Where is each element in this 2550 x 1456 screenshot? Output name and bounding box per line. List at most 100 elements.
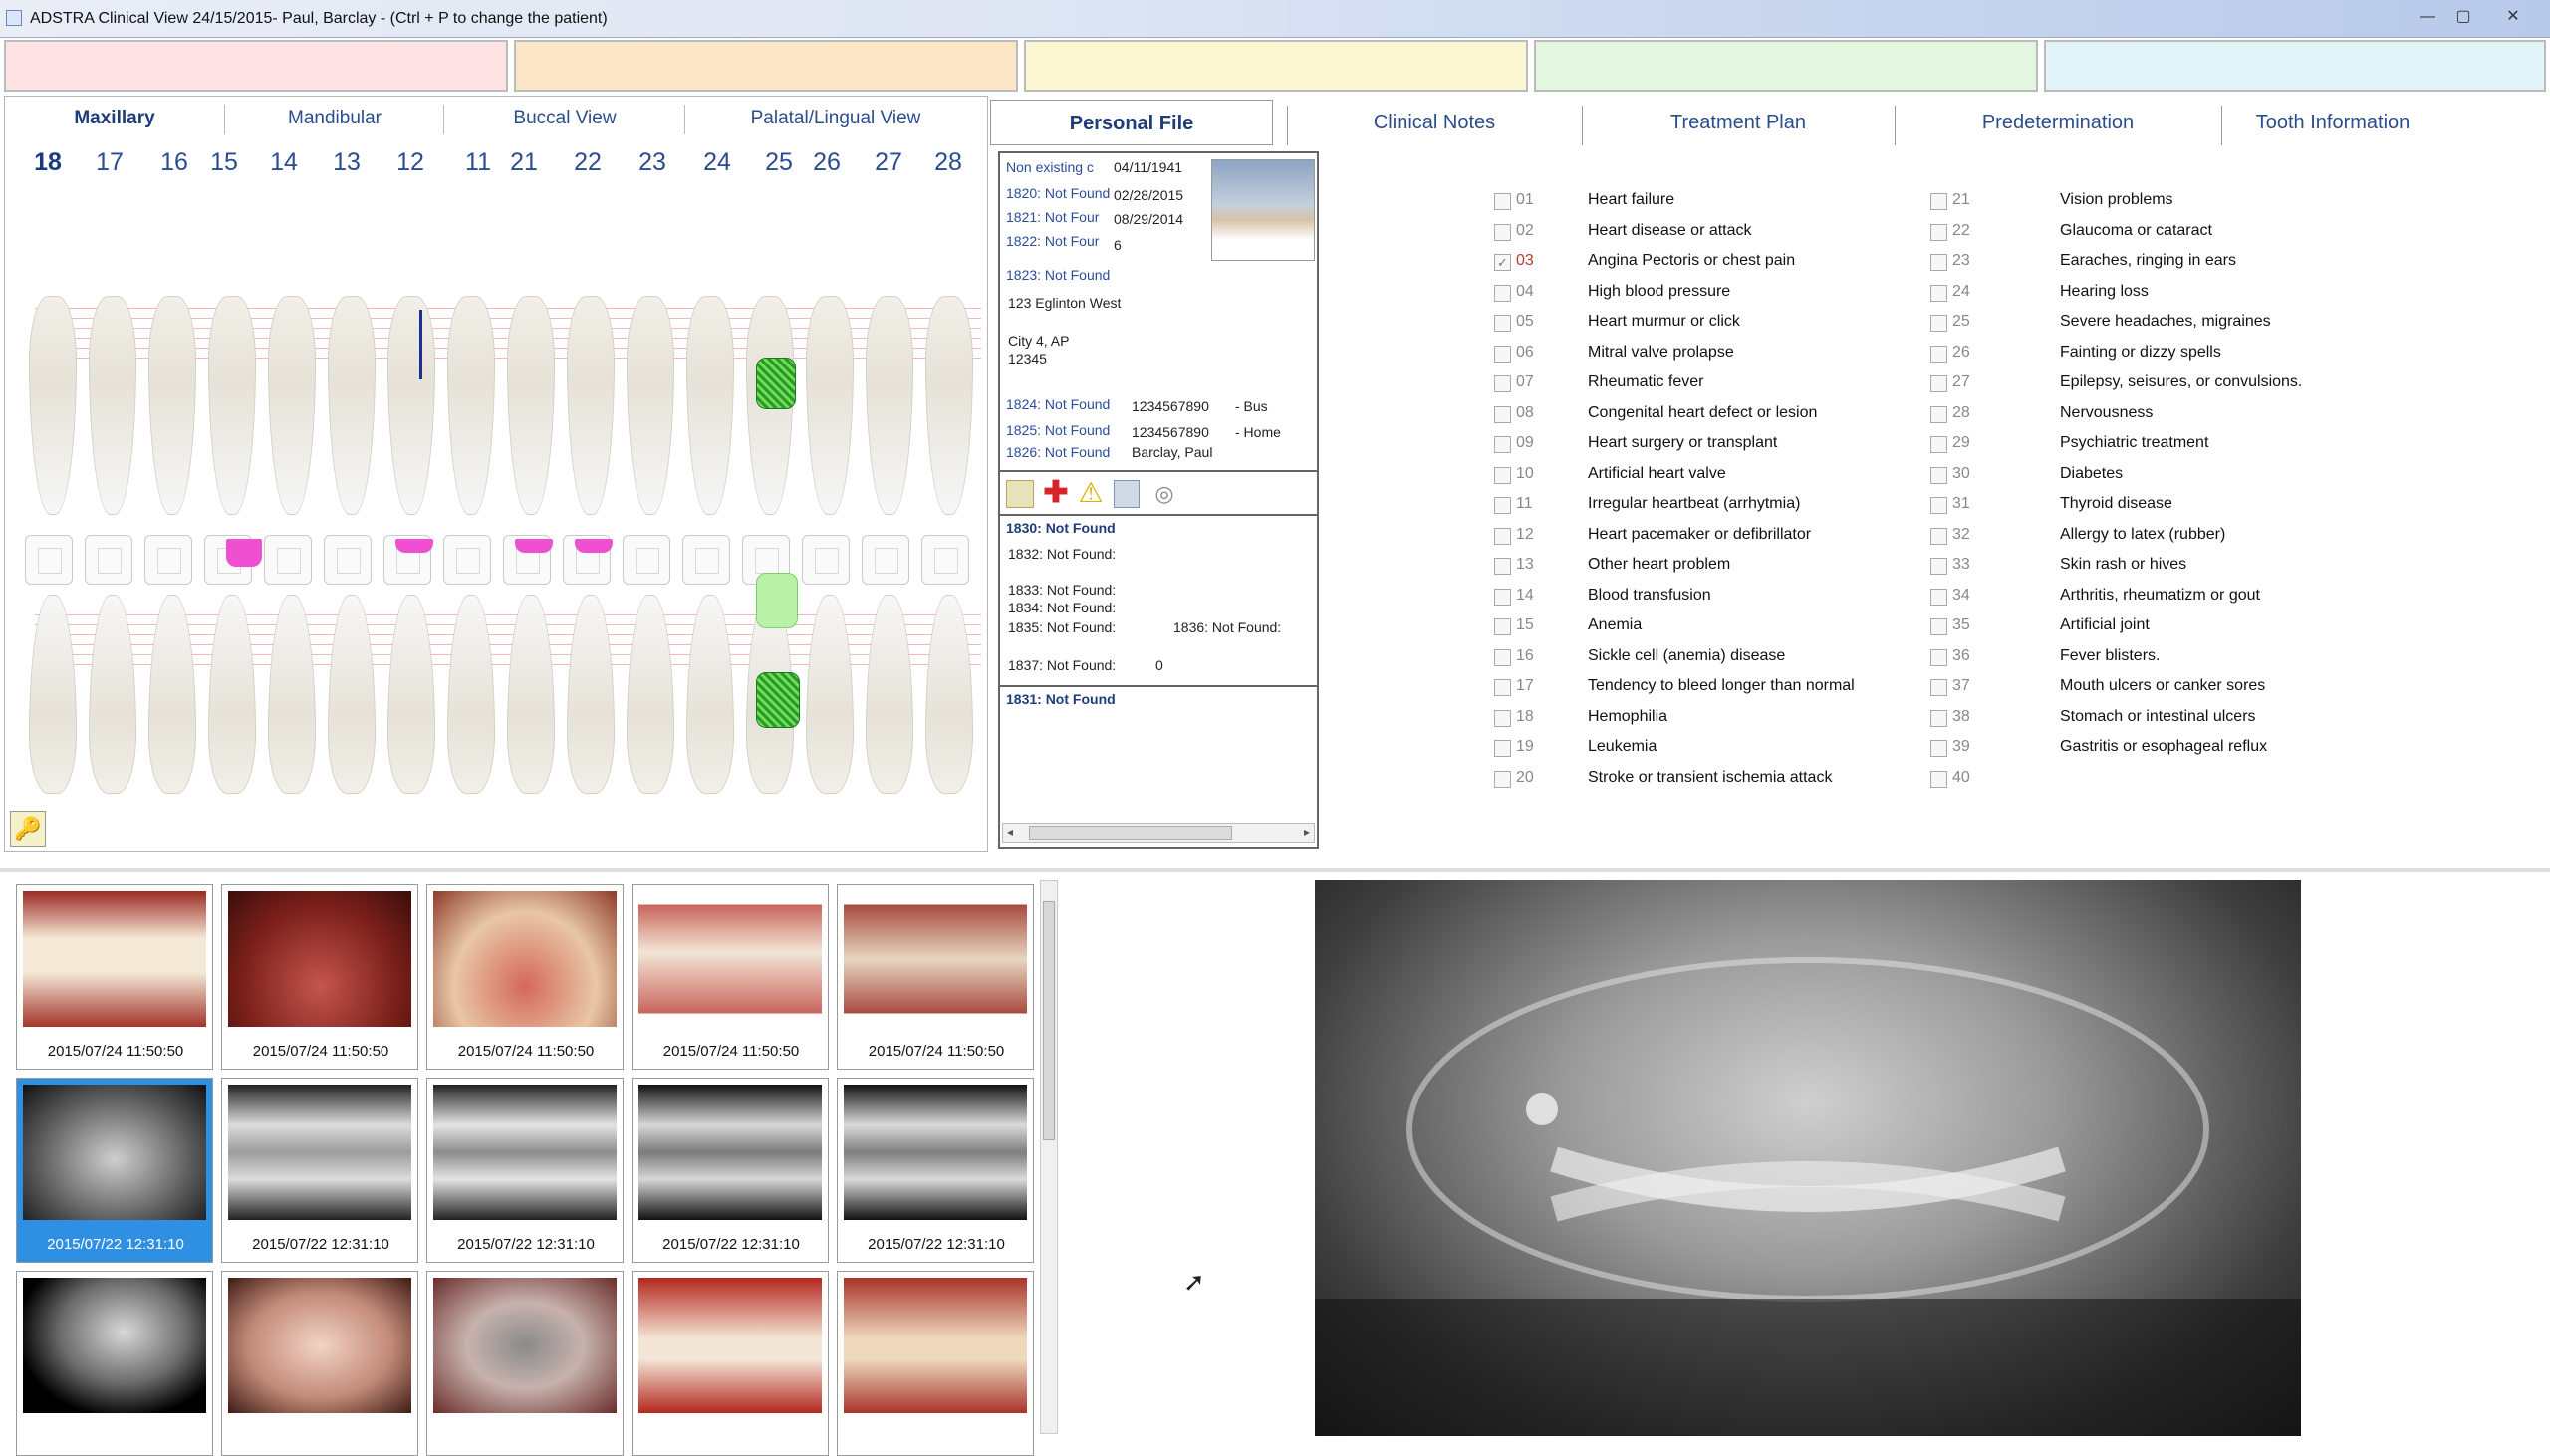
condition-checkbox[interactable]	[1930, 284, 1947, 302]
occlusal-surface[interactable]	[802, 535, 850, 585]
upper-tooth[interactable]	[328, 296, 376, 515]
upper-tooth[interactable]	[507, 296, 555, 515]
condition-checkbox[interactable]	[1494, 618, 1511, 635]
occlusal-surface[interactable]	[144, 535, 192, 585]
tooth-number-17[interactable]: 17	[85, 148, 134, 177]
condition-checkbox[interactable]	[1930, 315, 1947, 332]
tab-personal-file[interactable]: Personal File	[990, 100, 1273, 145]
key-tool-button[interactable]: 🔑	[10, 811, 46, 847]
image-thumbnail[interactable]: 2015/07/24 11:50:50	[221, 884, 418, 1070]
occlusal-surface[interactable]	[25, 535, 73, 585]
tooth-number-16[interactable]: 16	[149, 148, 199, 177]
image-thumbnail[interactable]: 2015/07/22 12:31:10	[837, 1078, 1034, 1263]
condition-checkbox[interactable]	[1494, 466, 1511, 484]
tooth-number-23[interactable]: 23	[628, 148, 677, 177]
tooth-number-22[interactable]: 22	[563, 148, 613, 177]
maximize-button[interactable]: ▢	[2446, 6, 2480, 28]
tooth-number-14[interactable]: 14	[259, 148, 309, 177]
occlusal-surface[interactable]	[443, 535, 491, 585]
condition-checkbox[interactable]	[1930, 497, 1947, 514]
tooth-number-11[interactable]: 11	[453, 148, 503, 177]
tab-buccal-view[interactable]: Buccal View	[445, 97, 684, 140]
document-icon[interactable]	[1114, 480, 1140, 508]
condition-checkbox[interactable]	[1494, 284, 1511, 302]
tab-treatment-plan[interactable]: Treatment Plan	[1584, 100, 1893, 145]
image-thumbnail[interactable]: 2015/07/24 11:50:50	[16, 884, 213, 1070]
tooth-number-25[interactable]: 25	[754, 148, 804, 177]
tab-palatal-lingual-view[interactable]: Palatal/Lingual View	[686, 97, 985, 140]
condition-checkbox[interactable]	[1930, 558, 1947, 575]
condition-checkbox[interactable]	[1494, 558, 1511, 575]
condition-checkbox[interactable]	[1494, 709, 1511, 727]
tab-mandibular[interactable]: Mandibular	[226, 97, 443, 140]
image-thumbnail[interactable]: 2015/07/24 11:50:50	[426, 884, 624, 1070]
upper-tooth[interactable]	[686, 296, 734, 515]
condition-checkbox[interactable]: ✓	[1494, 254, 1511, 271]
upper-tooth[interactable]	[567, 296, 615, 515]
image-thumbnail[interactable]	[837, 1271, 1034, 1456]
image-thumbnail[interactable]: 2015/07/22 12:31:10	[221, 1078, 418, 1263]
condition-checkbox[interactable]	[1494, 345, 1511, 363]
minimize-button[interactable]: —	[2411, 6, 2444, 28]
image-thumbnail[interactable]	[221, 1271, 418, 1456]
condition-checkbox[interactable]	[1494, 497, 1511, 514]
alert-box-cyan[interactable]	[2044, 40, 2546, 92]
upper-tooth[interactable]	[447, 296, 495, 515]
condition-checkbox[interactable]	[1930, 618, 1947, 635]
image-thumbnail[interactable]: 2015/07/24 11:50:50	[632, 884, 829, 1070]
image-thumbnail[interactable]	[632, 1271, 829, 1456]
alert-box-orange[interactable]	[514, 40, 1018, 92]
tooth-number-18[interactable]: 18	[23, 148, 73, 177]
warning-icon[interactable]: ⚠	[1076, 478, 1106, 508]
image-thumbnail[interactable]	[16, 1271, 213, 1456]
tooth-number-27[interactable]: 27	[864, 148, 913, 177]
upper-tooth[interactable]	[387, 296, 435, 515]
occlusal-surface[interactable]	[623, 535, 670, 585]
tooth-number-13[interactable]: 13	[322, 148, 372, 177]
condition-checkbox[interactable]	[1494, 588, 1511, 606]
tab-predetermination[interactable]: Predetermination	[1897, 100, 2219, 145]
upper-tooth[interactable]	[208, 296, 256, 515]
tooth-number-24[interactable]: 24	[692, 148, 742, 177]
condition-checkbox[interactable]	[1930, 436, 1947, 453]
gallery-scrollbar[interactable]	[1040, 880, 1058, 1434]
condition-checkbox[interactable]	[1494, 770, 1511, 788]
tooth-number-12[interactable]: 12	[385, 148, 435, 177]
scroll-left-icon[interactable]: ◂	[1007, 825, 1013, 839]
upper-tooth[interactable]	[866, 296, 913, 515]
tooth-number-21[interactable]: 21	[499, 148, 549, 177]
panoramic-xray-viewer[interactable]	[1315, 880, 2301, 1436]
occlusal-surface[interactable]	[85, 535, 132, 585]
condition-checkbox[interactable]	[1930, 466, 1947, 484]
condition-checkbox[interactable]	[1930, 405, 1947, 423]
condition-checkbox[interactable]	[1930, 345, 1947, 363]
tooth-number-28[interactable]: 28	[923, 148, 973, 177]
condition-checkbox[interactable]	[1494, 679, 1511, 696]
upper-tooth[interactable]	[925, 296, 973, 515]
condition-checkbox[interactable]	[1930, 740, 1947, 757]
tab-clinical-notes[interactable]: Clinical Notes	[1291, 100, 1578, 145]
tab-maxillary[interactable]: Maxillary	[5, 97, 224, 140]
occlusal-surface[interactable]	[862, 535, 909, 585]
occlusal-surface[interactable]	[324, 535, 372, 585]
image-thumbnail[interactable]: 2015/07/22 12:31:10	[632, 1078, 829, 1263]
alert-box-yellow[interactable]	[1024, 40, 1528, 92]
condition-checkbox[interactable]	[1930, 709, 1947, 727]
upper-tooth[interactable]	[89, 296, 136, 515]
condition-checkbox[interactable]	[1930, 223, 1947, 241]
horizontal-scrollbar[interactable]: ◂ ▸	[1002, 823, 1315, 843]
condition-checkbox[interactable]	[1494, 740, 1511, 757]
condition-checkbox[interactable]	[1930, 193, 1947, 210]
condition-checkbox[interactable]	[1930, 770, 1947, 788]
occlusal-surface[interactable]	[682, 535, 730, 585]
condition-checkbox[interactable]	[1494, 223, 1511, 241]
condition-checkbox[interactable]	[1494, 375, 1511, 392]
upper-tooth[interactable]	[268, 296, 316, 515]
alert-box-red[interactable]	[4, 40, 508, 92]
occlusal-surface[interactable]	[921, 535, 969, 585]
tab-tooth-information[interactable]: Tooth Information	[2223, 100, 2442, 145]
condition-checkbox[interactable]	[1930, 588, 1947, 606]
tooth-number-26[interactable]: 26	[802, 148, 852, 177]
condition-checkbox[interactable]	[1494, 436, 1511, 453]
tooth-camera-icon[interactable]: ◎	[1148, 482, 1181, 506]
